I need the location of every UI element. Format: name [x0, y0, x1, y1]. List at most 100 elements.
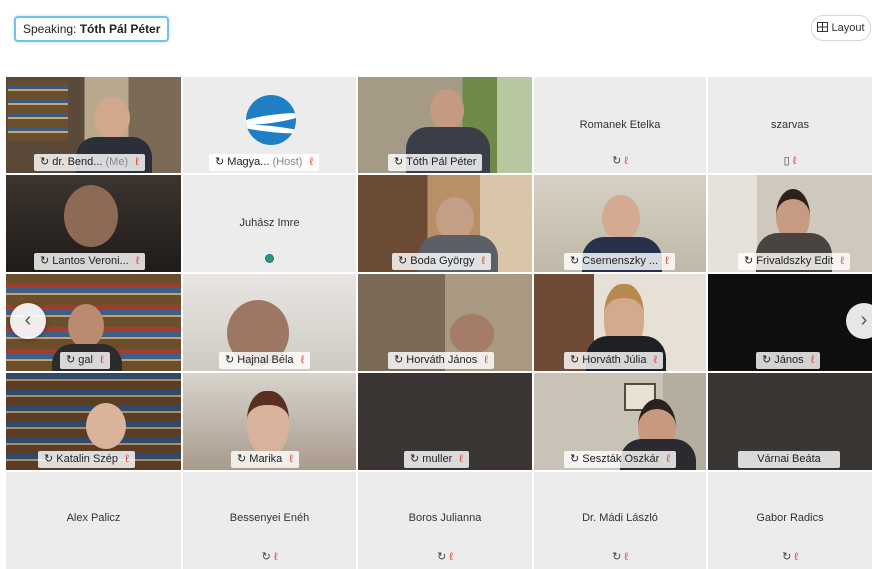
participant-name: Juhász Imre	[239, 217, 300, 229]
previous-page-button[interactable]: ‹	[10, 303, 46, 339]
participant-tile[interactable]: Alex Palicz	[6, 472, 181, 569]
mic-muted-icon: ℓ	[300, 354, 305, 366]
mic-muted-icon: ℓ	[484, 354, 488, 366]
organization-logo	[246, 95, 296, 145]
face	[94, 97, 130, 139]
top-bar: Speaking: Tóth Pál Péter Layout	[0, 0, 872, 76]
speaking-name: Tóth Pál Péter	[79, 22, 161, 36]
layout-button[interactable]: Layout	[811, 15, 871, 41]
mic-muted-icon: ℓ	[481, 255, 486, 267]
face	[64, 185, 118, 247]
participant-name-label: ↻ Tóth Pál Péter	[388, 154, 483, 171]
participant-name: Romanek Etelka	[579, 119, 661, 131]
mic-muted-icon: ℓ	[125, 453, 129, 465]
audio-icon: ↻	[437, 551, 447, 563]
participant-name-label: ↻ muller ℓ	[404, 451, 469, 468]
participant-tile[interactable]: Gabor Radics ↻ ℓ	[708, 472, 872, 569]
participant-tile[interactable]: ↻ Frivaldszky Edit ℓ	[708, 175, 872, 272]
audio-icon: ↻	[744, 255, 754, 267]
mic-muted-icon: ℓ	[100, 354, 104, 366]
mic-muted-icon: ℓ	[794, 551, 798, 563]
mic-muted-icon: ℓ	[273, 551, 278, 563]
audio-icon: ↻	[570, 453, 580, 465]
mic-muted-icon: ℓ	[624, 155, 628, 167]
participant-tile[interactable]: szarvas ▯ ℓ	[708, 77, 872, 173]
participant-tile[interactable]: ↻ Hajnal Béla ℓ	[183, 274, 356, 371]
participant-tile[interactable]: Juhász Imre	[183, 175, 356, 272]
participant-name-label: ↻ Magya... (Host) ℓ	[209, 154, 320, 171]
mic-muted-icon: ℓ	[449, 551, 453, 563]
audio-icon: ↻	[40, 156, 50, 168]
participant-status: ↻ ℓ	[708, 550, 872, 563]
mic-muted-icon: ℓ	[665, 255, 669, 267]
face	[430, 89, 464, 131]
speaking-prefix: Speaking:	[23, 22, 77, 36]
face	[247, 391, 289, 455]
participant-status: ↻ ℓ	[183, 550, 356, 563]
video-grid: ↻ dr. Bend... (Me) ℓ ↻ Magya... (Host) ℓ…	[6, 77, 872, 569]
participant-tile[interactable]: ↻ dr. Bend... (Me) ℓ	[6, 77, 181, 173]
mic-muted-icon: ℓ	[666, 453, 670, 465]
grid-layout-icon	[817, 22, 829, 32]
participant-tile[interactable]: ↻ Seszták Oszkár ℓ	[534, 373, 706, 470]
active-speaker-indicator: Speaking: Tóth Pál Péter	[14, 16, 170, 42]
mic-muted-icon: ℓ	[135, 255, 140, 267]
participant-name-label: ↻ Boda György ℓ	[392, 253, 492, 270]
mic-muted-icon: ℓ	[653, 354, 658, 366]
audio-icon: ↻	[398, 255, 408, 267]
participant-status	[183, 254, 356, 266]
audio-icon: ↻	[762, 354, 772, 366]
audio-icon: ↻	[410, 453, 420, 465]
participant-name-label: ↻ dr. Bend... (Me) ℓ	[34, 154, 145, 171]
participant-tile[interactable]: Várnai Beáta	[708, 373, 872, 470]
audio-icon: ↻	[261, 551, 271, 563]
audio-icon: ↻	[612, 155, 622, 167]
audio-icon: ↻	[570, 255, 580, 267]
participant-name-label: ↻ Hajnal Béla ℓ	[219, 352, 311, 369]
layout-label: Layout	[831, 22, 865, 34]
participant-name: Dr. Mádi László	[582, 512, 658, 524]
audio-icon: ↻	[394, 156, 404, 168]
participant-name-label: ↻ Frivaldszky Edit ℓ	[738, 253, 850, 270]
participant-tile[interactable]: ↻ Horváth Júlia ℓ	[534, 274, 706, 371]
mic-muted-icon: ℓ	[810, 354, 815, 366]
participant-tile[interactable]: ↻ muller ℓ	[358, 373, 532, 470]
participant-name: Bessenyei Enéh	[229, 512, 310, 524]
participant-name-label: ↻ Marika ℓ	[231, 451, 299, 468]
participant-name: Boros Julianna	[408, 512, 482, 524]
face	[86, 403, 126, 449]
chevron-left-icon: ‹	[24, 309, 32, 331]
participant-tile[interactable]: Boros Julianna ↻ ℓ	[358, 472, 532, 569]
participant-name: Alex Palicz	[66, 512, 121, 524]
participant-tile[interactable]: ↻ Katalin Szép ℓ	[6, 373, 181, 470]
participant-tile[interactable]: ↻ Magya... (Host) ℓ	[183, 77, 356, 173]
participant-status: ↻ ℓ	[534, 550, 706, 563]
mic-muted-icon: ℓ	[135, 156, 139, 168]
audio-icon: ↻	[40, 255, 50, 267]
participant-tile[interactable]: ↻ Csernenszky ... ℓ	[534, 175, 706, 272]
participant-name: szarvas	[771, 119, 809, 131]
participant-name-label: ↻ gal ℓ	[60, 352, 110, 369]
chevron-right-icon: ›	[860, 309, 868, 331]
connecting-indicator	[265, 254, 274, 263]
participant-tile[interactable]: ↻ Lantos Veroni... ℓ	[6, 175, 181, 272]
participant-tile[interactable]: Bessenyei Enéh ↻ ℓ	[183, 472, 356, 569]
participant-status: ↻ ℓ	[358, 550, 532, 563]
audio-icon: ↻	[225, 354, 235, 366]
participant-name-label: ↻ Seszták Oszkár ℓ	[564, 451, 676, 468]
audio-icon: ↻	[66, 354, 76, 366]
participant-tile[interactable]: ↻ Horváth János ℓ	[358, 274, 532, 371]
phone-icon: ▯	[783, 155, 790, 167]
participant-name-label: ↻ János ℓ	[756, 352, 821, 369]
participant-tile[interactable]: ↻ Boda György ℓ	[358, 175, 532, 272]
participant-tile-active-speaker[interactable]: ↻ Tóth Pál Péter	[358, 77, 532, 173]
participant-tile[interactable]: Romanek Etelka ↻ ℓ	[534, 77, 706, 173]
participant-tile[interactable]: Dr. Mádi László ↻ ℓ	[534, 472, 706, 569]
participant-name-label: ↻ Katalin Szép ℓ	[38, 451, 135, 468]
audio-icon: ↻	[612, 551, 622, 563]
participant-status: ↻ ℓ	[534, 154, 706, 167]
mic-muted-icon: ℓ	[840, 255, 844, 267]
mic-muted-icon: ℓ	[624, 551, 628, 563]
participant-tile[interactable]: ↻ Marika ℓ	[183, 373, 356, 470]
participant-status: ▯ ℓ	[708, 154, 872, 167]
